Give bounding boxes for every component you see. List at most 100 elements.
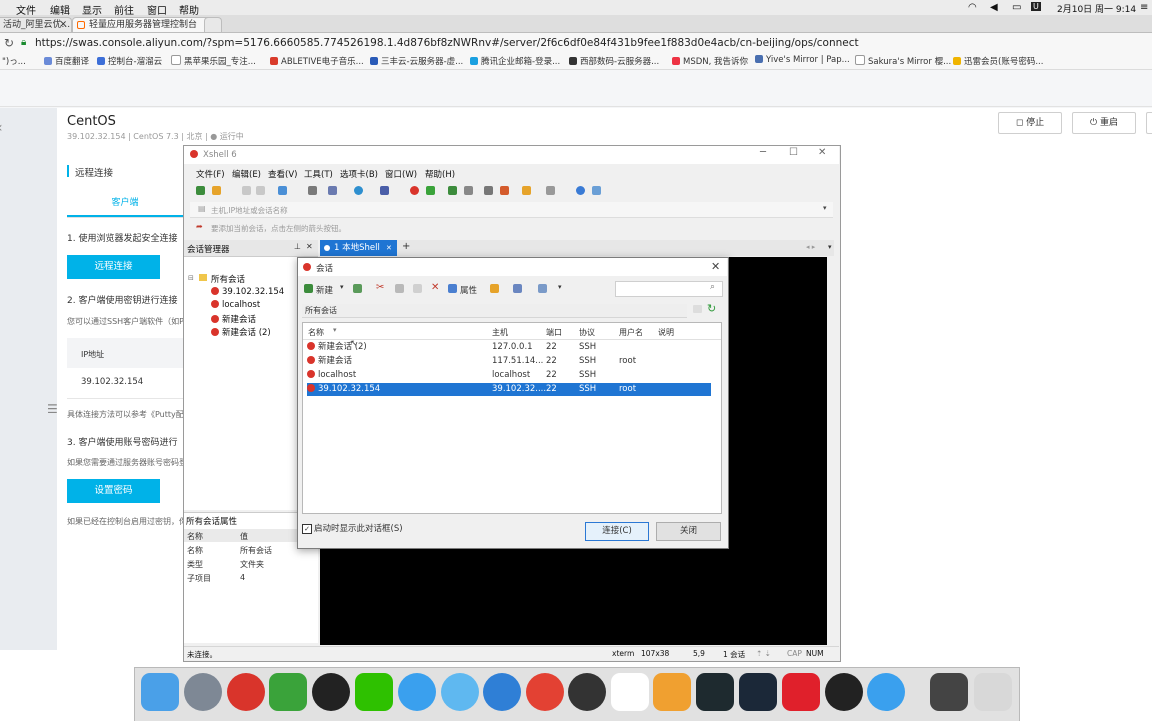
tab-swas-console[interactable]: 轻量应用服务器管理控制台✕ [72,17,216,32]
bookmark-item[interactable]: 腾讯企业邮箱-登录... [470,55,560,67]
menu-extra-icon[interactable]: ≡ [1140,2,1148,13]
maximize-icon[interactable]: ☐ [789,147,798,158]
chat-icon[interactable] [592,186,601,195]
steam-icon[interactable] [739,673,777,711]
network-icon[interactable] [483,673,521,711]
delete-icon[interactable]: ✕ [431,282,439,293]
wifi-icon[interactable]: ◠ [968,2,977,13]
table-row[interactable]: 新建会话 (2) 127.0.0.1 22 SSH [307,341,711,354]
bookmark-item[interactable]: 控制台-溜溜云 [97,55,162,67]
transfer-icon[interactable] [522,186,531,195]
set-password-button[interactable]: 设置密码 [67,479,160,503]
stop-button[interactable]: ◻ 停止 [998,112,1062,134]
close-icon[interactable]: ✕ [306,242,313,251]
add-tab-icon[interactable]: + [402,241,410,252]
copy-icon[interactable] [395,284,404,293]
font-icon[interactable] [380,186,389,195]
close-icon[interactable]: ✕ [818,147,826,158]
export-icon[interactable] [513,284,522,293]
clock[interactable]: 2月10日 周一 9:14 [1057,2,1136,15]
open-folder-icon[interactable] [212,186,221,195]
xshell-dock-icon[interactable] [227,673,265,711]
qq-icon[interactable] [312,673,350,711]
col-user[interactable]: 用户名 [619,327,643,338]
xftp-icon[interactable] [426,186,435,195]
tree-item[interactable]: localhost [211,300,260,310]
tab-client[interactable]: 客户端 [67,195,183,217]
bookmark-item[interactable]: MSDN, 我告诉你 [672,55,748,67]
reconnect-icon[interactable] [278,186,287,195]
path-field[interactable]: 所有会话 [302,304,687,318]
xshell-icon[interactable] [410,186,419,195]
restart-button[interactable]: ⏻ 重启 [1072,112,1136,134]
terminal-scrollbar[interactable] [828,257,838,645]
col-name[interactable]: 名称 [308,327,324,338]
col-port[interactable]: 端口 [546,327,562,338]
dialog-close-button[interactable]: 关闭 [656,522,721,541]
nav-collapse-icon[interactable]: ‹ [0,120,3,136]
layout-icon[interactable] [328,186,337,195]
bookmark-item[interactable]: Sakura's Mirror 樱... [855,55,951,67]
xs-menu-window[interactable]: 窗口(W) [385,168,417,180]
dialog-connect-button[interactable]: 连接(C) [585,522,649,541]
properties-icon[interactable] [448,284,457,293]
feishu-icon[interactable] [867,673,905,711]
xs-menu-edit[interactable]: 编辑(E) [232,168,261,180]
table-row[interactable]: localhost localhost 22 SSH [307,369,711,382]
url-field[interactable]: https://swas.console.aliyun.com/?spm=517… [35,37,859,49]
properties-button[interactable]: 属性 [460,284,477,296]
qq-icon[interactable] [825,673,863,711]
trash-icon[interactable] [974,673,1012,711]
tree-expander-icon[interactable]: ⊟ [188,274,194,282]
feishu-icon[interactable] [398,673,436,711]
chrome-icon[interactable] [526,673,564,711]
chevron-down-icon[interactable]: ▾ [828,243,832,251]
refresh-icon[interactable]: ↻ [707,302,716,315]
view-icon[interactable] [538,284,547,293]
compose-icon[interactable] [546,186,555,195]
tab-local-shell[interactable]: 1 本地Shell ✕ [320,240,397,256]
minimize-icon[interactable]: ─ [760,147,766,158]
script-icon[interactable] [500,186,509,195]
fullscreen-icon[interactable] [448,186,457,195]
launchpad-icon[interactable] [184,673,222,711]
xftp-dock-icon[interactable] [269,673,307,711]
input-method-icon[interactable]: U [1031,2,1041,11]
chevron-down-icon[interactable]: ▾ [340,283,344,291]
tree-item[interactable]: 新建会话 [211,313,256,325]
bookmark-item[interactable]: 百度翻译 [44,55,89,67]
dialog-search-input[interactable]: ⌕ [615,281,723,297]
keyboard-icon[interactable] [484,186,493,195]
virtualbox-icon[interactable] [653,673,691,711]
col-host[interactable]: 主机 [492,327,508,338]
xs-menu-tab[interactable]: 选项卡(B) [340,168,378,180]
cut-icon[interactable]: ✂ [376,282,384,293]
finder-icon[interactable] [141,673,179,711]
connect-icon[interactable] [242,186,251,195]
tree-item[interactable]: 39.102.32.154 [211,287,284,297]
chevron-down-icon[interactable]: ▾ [558,283,562,291]
filmora-icon[interactable] [696,673,734,711]
new-session-icon[interactable] [196,186,205,195]
find-icon[interactable] [308,186,317,195]
netease-music-icon[interactable] [782,673,820,711]
folder-icon[interactable] [490,284,499,293]
folder-up-icon[interactable] [693,305,702,313]
battery-icon[interactable]: ▭ [1012,2,1021,13]
xs-menu-view[interactable]: 查看(V) [268,168,297,180]
col-desc[interactable]: 说明 [658,327,674,338]
xs-menu-file[interactable]: 文件(F) [196,168,225,180]
chevron-down-icon[interactable]: ▾ [823,204,827,212]
new-button[interactable]: 新建 [316,284,333,296]
startup-checkbox[interactable]: ✓ 启动时显示此对话框(S) [302,522,403,534]
bookmark-item[interactable]: 黑苹果乐园_专注... [171,55,256,67]
tab-scroll-icon[interactable]: ◂ ▸ [806,243,815,251]
paste-icon[interactable] [413,284,422,293]
chat-app-icon[interactable] [441,673,479,711]
xs-menu-tools[interactable]: 工具(T) [304,168,333,180]
close-icon[interactable]: ✕ [386,240,392,256]
tree-root[interactable]: 所有会话 [211,273,245,285]
new-tab-button[interactable] [204,17,222,32]
pin-icon[interactable]: ⊥ [294,242,301,251]
new-session-icon[interactable] [304,284,313,293]
